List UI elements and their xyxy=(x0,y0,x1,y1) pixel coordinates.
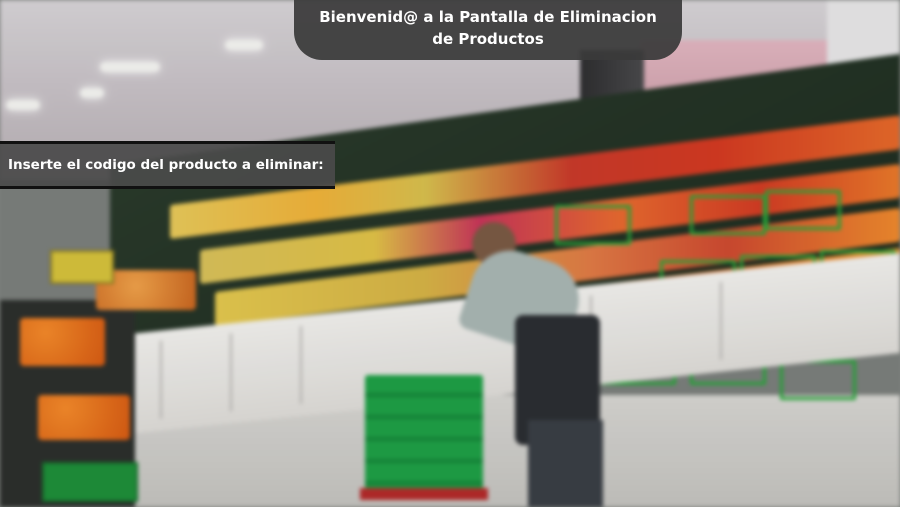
overlay-tint xyxy=(0,0,900,507)
product-code-label: Inserte el codigo del producto a elimina… xyxy=(8,157,324,173)
product-code-prompt: Inserte el codigo del producto a elimina… xyxy=(0,141,335,189)
page-title: Bienvenid@ a la Pantalla de Eliminacion … xyxy=(319,8,657,48)
background-photo xyxy=(0,0,900,507)
title-banner: Bienvenid@ a la Pantalla de Eliminacion … xyxy=(294,0,682,60)
